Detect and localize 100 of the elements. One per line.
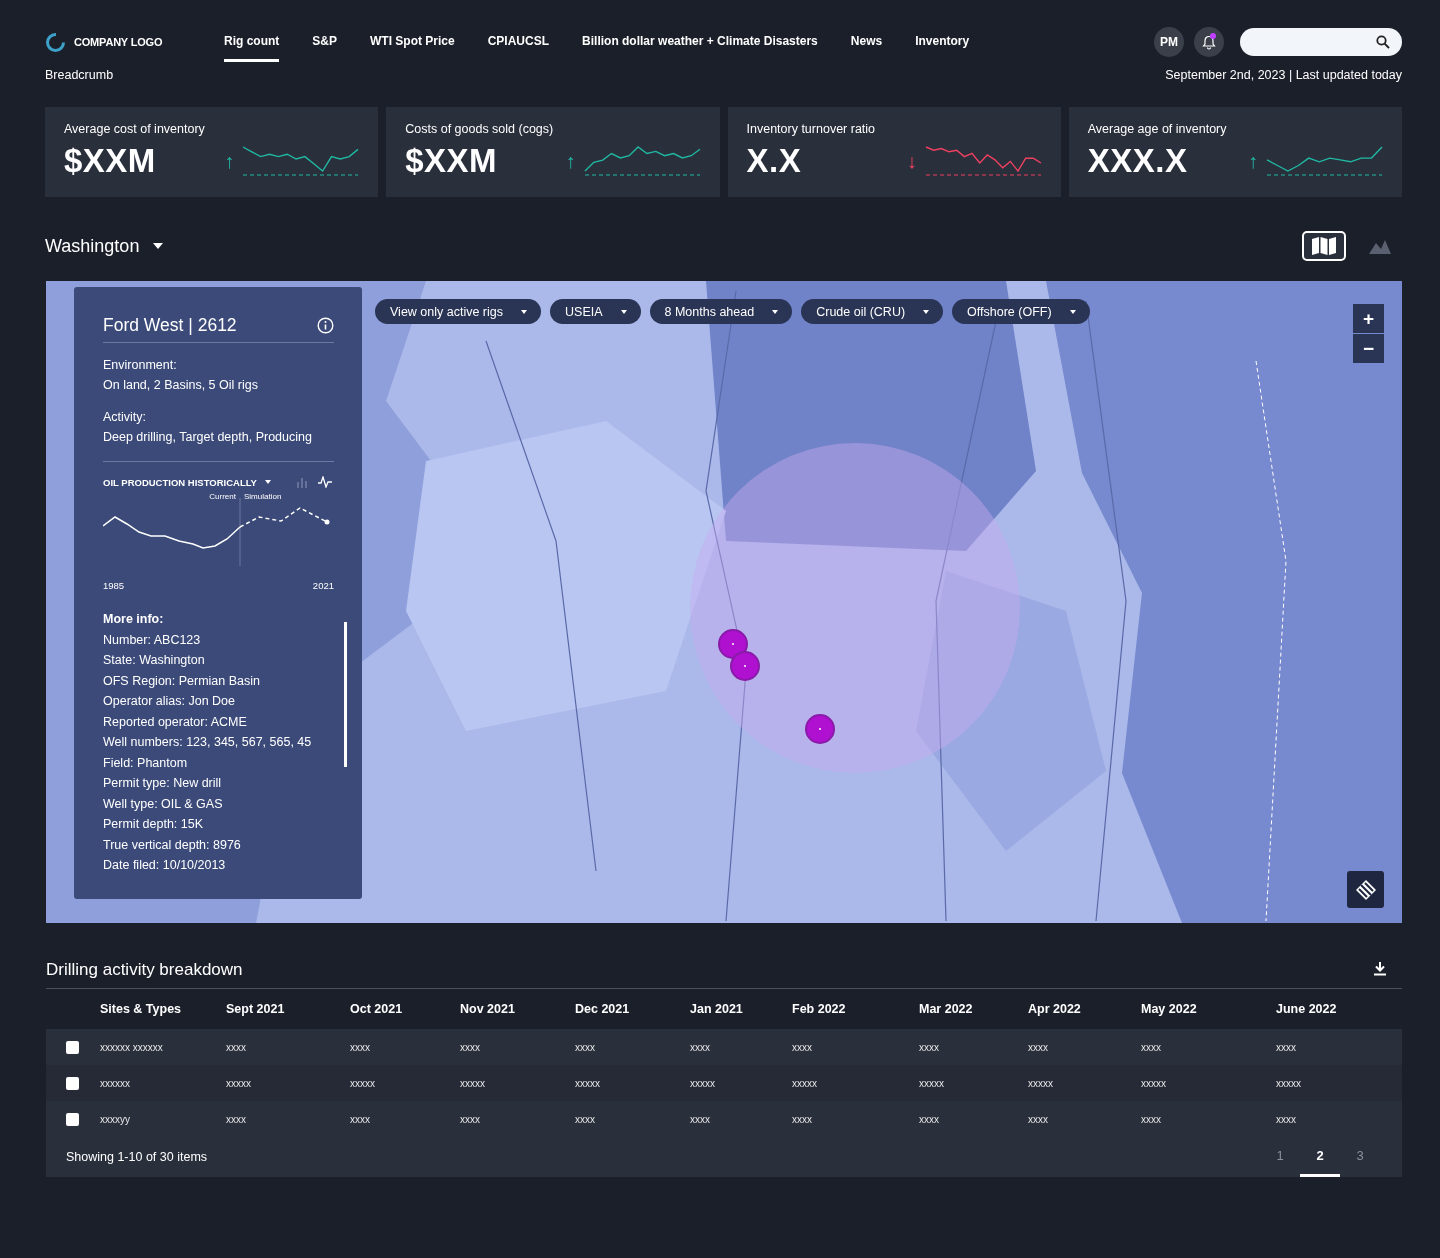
page-button[interactable]: 1 <box>1260 1137 1300 1177</box>
column-header: Dec 2021 <box>575 1002 631 1016</box>
chart-label: Current <box>209 492 236 501</box>
table-title: Drilling activity breakdown <box>46 960 243 980</box>
map-marker[interactable] <box>807 716 833 742</box>
trend-arrow: ↑ <box>565 149 576 173</box>
chart-icon <box>1369 238 1391 254</box>
nav-tab[interactable]: Rig count <box>224 22 280 62</box>
filter-dropdown[interactable]: Offshore (OFF) <box>952 299 1090 324</box>
table-cell-text: xxxx <box>1141 1041 1162 1053</box>
column-header: Nov 2021 <box>460 1002 516 1016</box>
line-chart-icon <box>318 476 332 488</box>
table-cell-text: xxxxyy <box>100 1113 131 1125</box>
filter-dropdown[interactable]: USEIA <box>550 299 641 324</box>
caret-icon <box>923 309 930 314</box>
info-icon[interactable] <box>317 317 334 334</box>
axis-label: 1985 <box>103 580 125 591</box>
column-header: Jan 2021 <box>690 1002 744 1016</box>
caret-icon <box>772 309 779 314</box>
table-cell-text: xxxxx <box>1141 1077 1167 1089</box>
info-line: Number: ABC123 <box>103 631 202 649</box>
nav-tab[interactable]: CPIAUCSL <box>487 22 550 62</box>
table-cell-text: xxxx <box>1276 1113 1297 1125</box>
caret-icon <box>1069 309 1076 314</box>
table-cell-text: xxxx <box>460 1113 481 1125</box>
table-cell-text: xxxxx <box>1276 1077 1302 1089</box>
column-header: May 2022 <box>1141 1002 1198 1016</box>
info-line: Permit depth: 15K <box>103 816 205 833</box>
scrollbar[interactable] <box>344 622 347 767</box>
table-cell-text: xxxxx <box>792 1077 818 1089</box>
row-checkbox[interactable] <box>66 1040 79 1054</box>
region-dropdown[interactable]: Washington <box>45 235 164 257</box>
row-checkbox[interactable] <box>66 1076 79 1090</box>
nav-tab[interactable]: Inventory <box>915 22 970 62</box>
filter-dropdown[interactable]: View only active rigs <box>375 299 541 324</box>
table-cell-text: xxxx <box>1028 1041 1049 1053</box>
info-line: Permit type: New drill <box>103 775 223 792</box>
table-cell-text: xxxx <box>575 1113 596 1125</box>
page-button[interactable]: 3 <box>1340 1137 1380 1177</box>
table-cell-text: xxxxx <box>460 1077 486 1089</box>
table-cell-text: xxxx <box>792 1113 813 1125</box>
table-cell-text: xxxxx <box>575 1077 601 1089</box>
line-chart-toggle[interactable] <box>316 474 334 490</box>
table-cell-text: xxxxx <box>350 1077 376 1089</box>
nav-tab[interactable]: S&P <box>312 22 337 62</box>
column-header: June 2022 <box>1276 1002 1338 1016</box>
caret-icon <box>620 309 627 314</box>
table-cell-text: xxxx <box>690 1113 711 1125</box>
column-header: Oct 2021 <box>350 1002 404 1016</box>
map-marker[interactable] <box>732 653 758 679</box>
search-icon <box>1376 35 1390 49</box>
caret-icon <box>264 480 271 484</box>
field-value: Deep drilling, Target depth, Producing <box>103 429 313 446</box>
layers-button[interactable] <box>1347 871 1384 908</box>
kpi-title: Average age of inventory <box>1087 122 1228 136</box>
download-icon <box>1374 961 1386 976</box>
table-cell-text: xxxxx <box>919 1077 945 1089</box>
pagination-summary: Showing 1-10 of 30 items <box>66 1150 208 1164</box>
chart-dropdown[interactable]: OIL PRODUCTION HISTORICALLY <box>103 476 271 488</box>
caret-icon <box>153 243 164 249</box>
kpi-value: X.X <box>746 142 803 180</box>
zoom-out-button[interactable]: − <box>1353 334 1384 363</box>
table-cell-text: xxxxx <box>690 1077 716 1089</box>
table-cell-text: xxxxxx xxxxxx <box>100 1041 164 1053</box>
nav-tab[interactable]: News <box>850 22 883 62</box>
map-marker[interactable] <box>720 631 746 657</box>
info-line: Operator alias: Jon Doe <box>103 693 236 710</box>
info-line: True vertical depth: 8976 <box>103 836 242 854</box>
trend-arrow: ↑ <box>224 149 235 173</box>
info-line: OFS Region: Permian Basin <box>103 672 261 690</box>
nav-tab[interactable]: WTI Spot Price <box>370 22 455 62</box>
zoom-in-button[interactable]: + <box>1353 304 1384 333</box>
breadcrumb[interactable]: Breadcrumb <box>45 68 114 82</box>
info-line: State: Washington <box>103 652 206 669</box>
field-value: On land, 2 Basins, 5 Oil rigs <box>103 377 259 394</box>
table-cell-text: xxxx <box>350 1113 371 1125</box>
table-cell-text: xxxx <box>1276 1041 1297 1053</box>
info-line: Field: Phantom <box>103 754 189 772</box>
field-label: Activity: <box>103 409 148 426</box>
info-line: Reported operator: ACME <box>103 713 248 731</box>
panel-title: Ford West | 2612 <box>103 315 237 336</box>
user-avatar[interactable]: PM <box>1154 27 1184 57</box>
search-field[interactable] <box>1240 28 1402 56</box>
table-cell-text: xxxx <box>226 1041 247 1053</box>
trend-arrow: ↓ <box>906 149 917 173</box>
nav-tab[interactable]: Billion dollar weather + Climate Disasters <box>582 22 818 62</box>
table-cell-text: xxxx <box>792 1041 813 1053</box>
caret-icon <box>521 309 527 314</box>
column-header: Apr 2022 <box>1028 1002 1082 1016</box>
table-cell-text: xxxx <box>1028 1113 1049 1125</box>
filter-dropdown[interactable]: Crude oil (CRU) <box>801 299 944 324</box>
table-cell-text: xxxx <box>1141 1113 1162 1125</box>
row-checkbox[interactable] <box>66 1112 79 1126</box>
notifications-button[interactable] <box>1194 27 1224 57</box>
filter-dropdown[interactable]: 8 Months ahead <box>649 299 793 324</box>
trend-arrow: ↑ <box>1248 149 1258 173</box>
column-header: Feb 2022 <box>792 1002 847 1016</box>
info-line: Well numbers: 123, 345, 567, 565, 45 <box>103 734 313 751</box>
page-button[interactable]: 2 <box>1300 1137 1340 1177</box>
map-view-button[interactable] <box>1302 231 1346 261</box>
